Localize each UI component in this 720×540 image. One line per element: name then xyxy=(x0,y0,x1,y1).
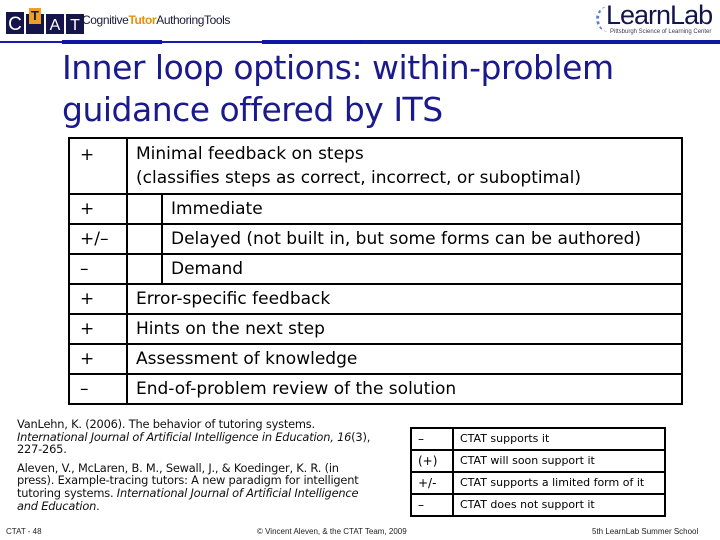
support-symbol: + xyxy=(70,285,128,313)
support-symbol: + xyxy=(70,315,128,343)
wordmark-authoring-tools: AuthoringTools xyxy=(156,13,231,27)
reference-item: VanLehn, K. (2006). The behavior of tuto… xyxy=(17,418,377,456)
option-label: Immediate xyxy=(171,199,263,219)
slide-title: Inner loop options: within-problem guida… xyxy=(62,47,614,131)
legend-text: CTAT supports it xyxy=(460,432,550,445)
references: VanLehn, K. (2006). The behavior of tuto… xyxy=(17,418,377,518)
slide-title-line-1: Inner loop options: within-problem xyxy=(62,48,614,87)
header-divider xyxy=(0,41,62,43)
legend-symbol: – xyxy=(412,429,454,449)
slide-title-line-2: guidance offered by ITS xyxy=(62,90,443,129)
table-row: + Assessment of knowledge xyxy=(70,343,681,373)
ctat-logo-letter-t: T xyxy=(26,8,44,34)
guidance-options-table: + Minimal feedback on steps (classifies … xyxy=(68,137,683,405)
option-label: Hints on the next step xyxy=(136,319,325,339)
legend-row: (+) CTAT will soon support it xyxy=(412,449,664,471)
ctat-logo-highlight-t: T xyxy=(29,8,41,24)
table-row: – End-of-problem review of the solution xyxy=(70,373,681,403)
table-row: – Demand xyxy=(70,253,681,283)
support-symbol: – xyxy=(70,255,128,283)
learnlab-name: LearnLab xyxy=(606,0,713,30)
header-divider xyxy=(162,41,262,43)
indent-cell xyxy=(128,225,163,253)
option-label: End-of-problem review of the solution xyxy=(136,379,457,399)
support-symbol: +/– xyxy=(70,225,128,253)
ctat-logo-letter-c: C xyxy=(6,12,24,35)
legend-text: CTAT supports a limited form of it xyxy=(460,476,645,489)
option-label: Assessment of knowledge xyxy=(136,349,358,369)
legend-row: – CTAT does not support it xyxy=(412,493,664,515)
indent-cell xyxy=(128,255,163,283)
table-row: + Immediate xyxy=(70,193,681,223)
table-row: + Minimal feedback on steps (classifies … xyxy=(70,139,681,193)
legend-symbol: (+) xyxy=(412,451,454,471)
legend-text: CTAT does not support it xyxy=(460,498,595,511)
learnlab-subtitle: Pittsburgh Science of Learning Center xyxy=(610,29,712,35)
legend-row: – CTAT supports it xyxy=(412,429,664,449)
option-label: Demand xyxy=(171,259,244,279)
support-symbol: – xyxy=(70,375,128,403)
legend-table: – CTAT supports it (+) CTAT will soon su… xyxy=(410,427,666,517)
legend-symbol: – xyxy=(412,495,454,515)
support-symbol: + xyxy=(70,345,128,373)
header-divider xyxy=(262,40,362,44)
reference-end: . xyxy=(96,498,100,513)
wordmark-cognitive: Cognitive xyxy=(82,13,129,27)
slide-header: C T A T CognitiveTutorAuthoringTools Lea… xyxy=(0,0,720,46)
header-divider xyxy=(62,40,162,44)
indent-cell xyxy=(128,195,163,223)
option-label: Delayed (not built in, but some forms ca… xyxy=(171,229,642,249)
reference-item: Aleven, V., McLaren, B. M., Sewall, J., … xyxy=(17,461,377,513)
footer-event: 5th LearnLab Summer School xyxy=(592,527,699,536)
ctat-logo-letter-a: A xyxy=(46,14,64,34)
legend-text: CTAT will soon support it xyxy=(460,454,595,467)
table-row: + Hints on the next step xyxy=(70,313,681,343)
ctat-wordmark: CognitiveTutorAuthoringTools xyxy=(82,13,230,27)
legend-symbol: +/- xyxy=(412,473,454,493)
table-row: +/– Delayed (not built in, but some form… xyxy=(70,223,681,253)
support-symbol: + xyxy=(70,139,128,193)
header-divider xyxy=(362,40,720,44)
table-row: + Error-specific feedback xyxy=(70,283,681,313)
learnlab-logo: LearnLab Pittsburgh Science of Learning … xyxy=(596,0,720,36)
slide-number: CTAT - 48 xyxy=(6,527,42,536)
option-sublabel: (classifies steps as correct, incorrect,… xyxy=(136,168,581,188)
wordmark-tutor: Tutor xyxy=(128,13,157,27)
footer-copyright: © Vincent Aleven, & the CTAT Team, 2009 xyxy=(257,527,407,536)
legend-row: +/- CTAT supports a limited form of it xyxy=(412,471,664,493)
option-label: Minimal feedback on steps xyxy=(136,144,364,164)
support-symbol: + xyxy=(70,195,128,223)
option-description: Minimal feedback on steps (classifies st… xyxy=(128,139,681,193)
ctat-logo: C T A T xyxy=(6,8,86,35)
reference-volume: 16 xyxy=(337,429,352,444)
option-label: Error-specific feedback xyxy=(136,289,331,309)
